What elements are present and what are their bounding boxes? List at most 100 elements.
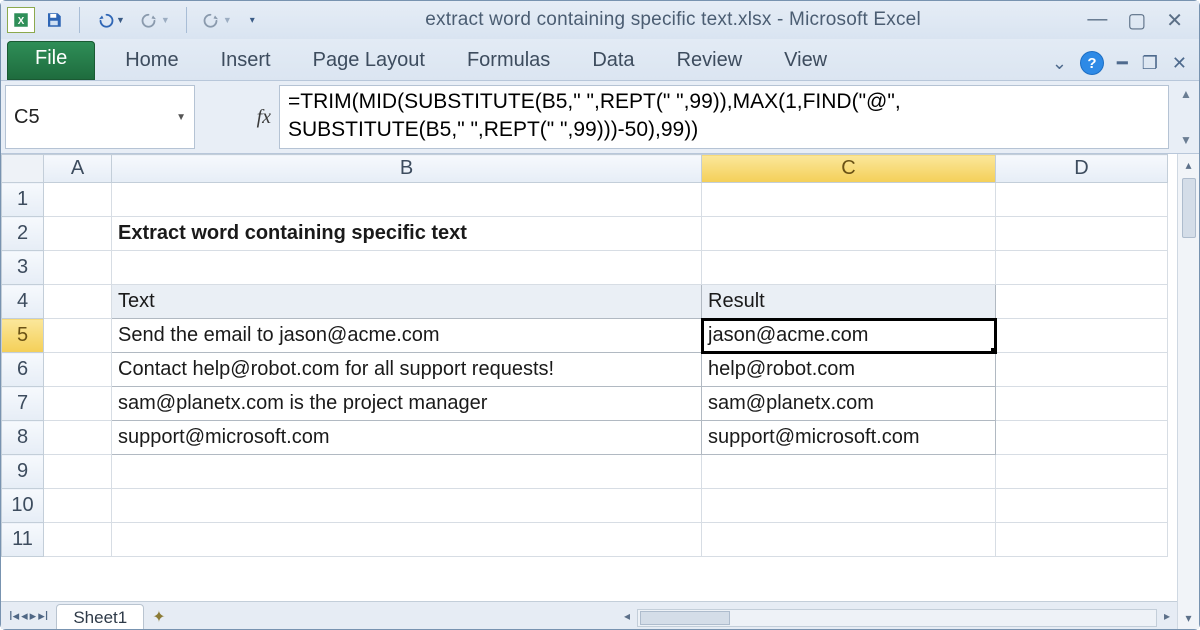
qat-customize-button[interactable]: ▾	[244, 7, 259, 33]
minimize-button[interactable]: ―	[1087, 8, 1107, 33]
row-header[interactable]: 1	[2, 183, 44, 217]
name-box[interactable]: C5 ▼	[5, 85, 195, 149]
cell-text[interactable]: Contact help@robot.com for all support r…	[112, 353, 702, 387]
cell-result[interactable]: support@microsoft.com	[702, 421, 996, 455]
excel-app-icon[interactable]: X	[7, 7, 35, 33]
tab-home[interactable]: Home	[125, 49, 178, 72]
col-header-B[interactable]: B	[112, 155, 702, 183]
scroll-up-icon[interactable]: ▴	[1185, 154, 1191, 176]
save-button[interactable]	[41, 7, 67, 33]
cell-table-head-text[interactable]: Text	[112, 285, 702, 319]
cell-heading[interactable]: Extract word containing specific text	[112, 217, 702, 251]
cell[interactable]	[44, 285, 112, 319]
row-header[interactable]: 11	[2, 523, 44, 557]
undo-button[interactable]: ▼	[92, 7, 129, 33]
cell-result[interactable]: help@robot.com	[702, 353, 996, 387]
redo-button[interactable]: ▼	[137, 7, 174, 33]
cell[interactable]	[44, 387, 112, 421]
tab-review[interactable]: Review	[677, 49, 743, 72]
row-header[interactable]: 8	[2, 421, 44, 455]
cell-text[interactable]: Send the email to jason@acme.com	[112, 319, 702, 353]
row-header[interactable]: 6	[2, 353, 44, 387]
cell[interactable]	[44, 421, 112, 455]
scroll-thumb[interactable]	[1182, 178, 1196, 238]
nav-first-icon[interactable]: I◂	[9, 608, 19, 624]
cell[interactable]	[996, 353, 1168, 387]
cell-result[interactable]: sam@planetx.com	[702, 387, 996, 421]
row-header[interactable]: 7	[2, 387, 44, 421]
cell[interactable]	[44, 251, 112, 285]
row-header[interactable]: 2	[2, 217, 44, 251]
cell[interactable]	[112, 183, 702, 217]
cell[interactable]	[996, 387, 1168, 421]
cell[interactable]	[702, 251, 996, 285]
row-header[interactable]: 4	[2, 285, 44, 319]
scroll-down-icon[interactable]: ▼	[1180, 133, 1192, 147]
cell[interactable]	[996, 217, 1168, 251]
tab-data[interactable]: Data	[592, 49, 634, 72]
nav-next-icon[interactable]: ▸	[30, 608, 37, 624]
new-sheet-icon[interactable]: ✦	[152, 607, 165, 629]
close-button[interactable]: ✕	[1166, 8, 1183, 33]
cell[interactable]	[702, 183, 996, 217]
row-header[interactable]: 10	[2, 489, 44, 523]
cell[interactable]	[44, 353, 112, 387]
nav-prev-icon[interactable]: ◂	[21, 608, 28, 624]
sheet-tab[interactable]: Sheet1	[56, 604, 144, 629]
scroll-down-icon[interactable]: ▾	[1185, 607, 1191, 629]
cell[interactable]	[44, 489, 112, 523]
cell[interactable]	[44, 217, 112, 251]
tab-formulas[interactable]: Formulas	[467, 49, 550, 72]
select-all-corner[interactable]	[2, 155, 44, 183]
formula-input[interactable]: =TRIM(MID(SUBSTITUTE(B5," ",REPT(" ",99)…	[279, 85, 1169, 149]
maximize-button[interactable]: ▢	[1127, 8, 1146, 33]
cell[interactable]	[702, 217, 996, 251]
cell[interactable]	[702, 455, 996, 489]
tab-insert[interactable]: Insert	[221, 49, 271, 72]
row-header[interactable]: 3	[2, 251, 44, 285]
nav-last-icon[interactable]: ▸I	[38, 608, 48, 624]
window-restore-icon[interactable]: ❐	[1142, 53, 1158, 74]
cell[interactable]	[112, 489, 702, 523]
cell[interactable]	[996, 285, 1168, 319]
cell[interactable]	[44, 319, 112, 353]
cell-text[interactable]: sam@planetx.com is the project manager	[112, 387, 702, 421]
tab-view[interactable]: View	[784, 49, 827, 72]
cell[interactable]	[702, 489, 996, 523]
cell[interactable]	[112, 251, 702, 285]
col-header-A[interactable]: A	[44, 155, 112, 183]
cell-result-selected[interactable]: jason@acme.com	[702, 319, 996, 353]
row-header[interactable]: 5	[2, 319, 44, 353]
fx-label[interactable]: fx	[199, 81, 279, 153]
redo-button-2[interactable]: ▼	[199, 7, 236, 33]
cell[interactable]	[996, 489, 1168, 523]
cell[interactable]	[996, 421, 1168, 455]
cell[interactable]	[44, 523, 112, 557]
cell[interactable]	[996, 319, 1168, 353]
cell[interactable]	[112, 455, 702, 489]
col-header-D[interactable]: D	[996, 155, 1168, 183]
scroll-thumb[interactable]	[640, 611, 730, 625]
ribbon-minimize-icon[interactable]: ⌄	[1052, 53, 1067, 74]
cell-table-head-result[interactable]: Result	[702, 285, 996, 319]
col-header-C[interactable]: C	[702, 155, 996, 183]
tab-page-layout[interactable]: Page Layout	[313, 49, 425, 72]
chevron-down-icon[interactable]: ▼	[176, 112, 186, 123]
cell[interactable]	[996, 455, 1168, 489]
grid[interactable]: A B C D 1 2 Extract word containing speci…	[1, 154, 1177, 629]
file-tab[interactable]: File	[7, 41, 95, 80]
row-header[interactable]: 9	[2, 455, 44, 489]
cell-text[interactable]: support@microsoft.com	[112, 421, 702, 455]
cell[interactable]	[996, 523, 1168, 557]
cell[interactable]	[702, 523, 996, 557]
window-minimize-icon[interactable]: ━	[1117, 53, 1128, 74]
scroll-track[interactable]	[637, 609, 1157, 627]
cell[interactable]	[44, 183, 112, 217]
scroll-up-icon[interactable]: ▲	[1180, 87, 1192, 101]
cell[interactable]	[996, 251, 1168, 285]
cell[interactable]	[996, 183, 1168, 217]
window-close-icon[interactable]: ✕	[1172, 53, 1187, 74]
scroll-left-icon[interactable]: ◂	[617, 609, 637, 623]
cell[interactable]	[112, 523, 702, 557]
scroll-right-icon[interactable]: ▸	[1157, 609, 1177, 623]
